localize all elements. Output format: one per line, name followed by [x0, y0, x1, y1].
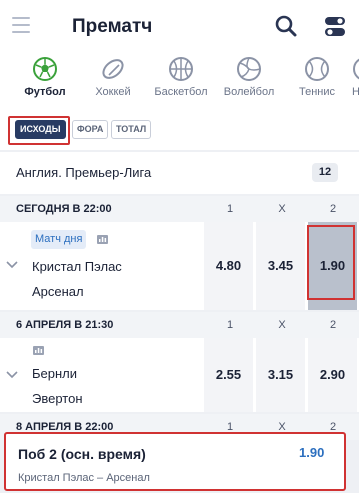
odd-draw[interactable]: 3.15	[256, 338, 305, 412]
sport-label-football: Футбол	[24, 86, 66, 98]
odd-draw[interactable]: 3.45	[256, 222, 305, 310]
league-count-badge: 12	[312, 163, 338, 182]
sports-tabs: Футбол Хоккей Баскетбол Волейбол Теннис …	[0, 54, 359, 110]
bet-slip-event: Кристал Пэлас – Арсенал	[18, 472, 150, 484]
top-bar: Прематч	[0, 0, 359, 54]
odd-away[interactable]: 2.90	[308, 338, 357, 412]
odd-home[interactable]: 4.80	[204, 222, 253, 310]
highlight-frame-odd	[307, 225, 355, 300]
match-date: СЕГОДНЯ В 22:00	[16, 203, 112, 215]
column-home: 1	[226, 203, 234, 215]
match-row[interactable]: Матч дня Кристал Пэлас Арсенал 4.80 3.45…	[0, 222, 359, 310]
home-team: Бернли	[32, 366, 78, 381]
page-title: Прематч	[72, 16, 153, 37]
away-team: Эвертон	[32, 391, 83, 406]
bet-slip-panel[interactable]: Поб 2 (осн. время) 1.90 Кристал Пэлас – …	[4, 432, 346, 491]
filter-handicap[interactable]: ФОРА	[72, 120, 109, 139]
sport-label-volleyball: Волейбол	[223, 86, 275, 98]
toggle-icon[interactable]	[324, 15, 346, 39]
column-away: 2	[329, 319, 337, 331]
basketball-icon	[169, 57, 193, 81]
sport-label-tennis: Теннис	[298, 86, 335, 98]
highlight-frame-filter	[8, 116, 70, 145]
home-team: Кристал Пэлас	[32, 259, 122, 274]
bet-slip-title: Поб 2 (осн. время)	[18, 446, 146, 462]
volleyball-icon	[237, 57, 261, 81]
chevron-down-icon[interactable]	[5, 370, 19, 380]
sport-label-more: Н	[352, 86, 359, 98]
sport-tab-basketball[interactable]: Баскетбол	[150, 54, 212, 110]
sport-tab-more[interactable]: Н	[352, 54, 359, 110]
sport-tab-football[interactable]: Футбол	[22, 54, 68, 110]
bet-slip-odd: 1.90	[299, 445, 325, 460]
chevron-down-icon[interactable]	[5, 260, 19, 270]
away-team: Арсенал	[32, 284, 84, 299]
match-date-row: 6 АПРЕЛЯ В 21:30 1 X 2	[0, 312, 359, 338]
match-date: 6 АПРЕЛЯ В 21:30	[16, 319, 114, 331]
stats-icon[interactable]	[33, 346, 44, 355]
menu-icon[interactable]	[12, 17, 30, 33]
sport-tab-tennis[interactable]: Теннис	[294, 54, 340, 110]
stats-icon[interactable]	[97, 235, 108, 244]
filter-total[interactable]: ТОТАЛ	[111, 120, 152, 139]
soccer-ball-icon	[33, 57, 57, 81]
column-away: 2	[329, 203, 337, 215]
sport-label-basketball: Баскетбол	[154, 86, 208, 98]
tennis-ball-icon	[305, 57, 329, 81]
match-date-row: СЕГОДНЯ В 22:00 1 X 2	[0, 196, 359, 222]
sport-tab-hockey[interactable]: Хоккей	[90, 54, 136, 110]
hockey-puck-icon	[102, 59, 124, 79]
column-home: 1	[226, 319, 234, 331]
column-draw: X	[278, 319, 286, 331]
column-draw: X	[278, 203, 286, 215]
league-name: Англия. Премьер-Лига	[16, 165, 152, 180]
more-sport-icon	[353, 58, 359, 80]
sport-tab-volleyball[interactable]: Волейбол	[220, 54, 278, 110]
match-row[interactable]: Бернли Эвертон 2.55 3.15 2.90	[0, 338, 359, 412]
search-icon[interactable]	[274, 14, 298, 38]
league-header[interactable]: Англия. Премьер-Лига 12	[0, 152, 359, 194]
prematch-screen: Прематч Футбол Хоккей Баскетбол Волейбол…	[0, 0, 359, 493]
odd-home[interactable]: 2.55	[204, 338, 253, 412]
match-of-day-badge: Матч дня	[31, 230, 87, 249]
sport-label-hockey: Хоккей	[95, 86, 131, 98]
